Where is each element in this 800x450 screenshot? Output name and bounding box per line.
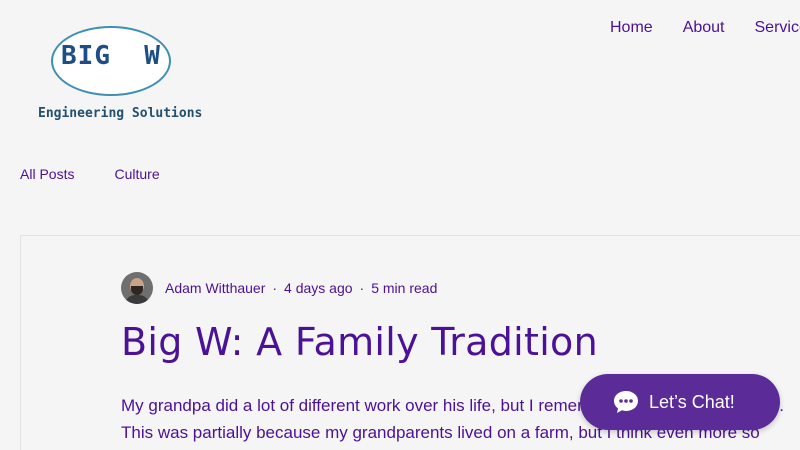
author-name[interactable]: Adam Witthauer	[165, 280, 265, 296]
top-nav: Home About Services	[610, 18, 800, 38]
chat-button[interactable]: Let’s Chat!	[580, 374, 780, 430]
site-logo[interactable]: BIG W Engineering Solutions	[38, 24, 208, 128]
author-avatar[interactable]	[121, 272, 153, 304]
category-nav: All Posts Culture	[20, 166, 200, 182]
nav-home[interactable]: Home	[610, 18, 653, 38]
page: BIG W Engineering Solutions Home About S…	[0, 0, 800, 450]
read-time: 5 min read	[371, 280, 438, 296]
avatar-body	[125, 295, 149, 304]
post-date: 4 days ago	[284, 280, 353, 296]
nav-about[interactable]: About	[683, 18, 725, 38]
meta-separator: ·	[272, 280, 278, 296]
logo-subtitle: Engineering Solutions	[38, 106, 203, 121]
meta-separator: ·	[359, 280, 365, 296]
category-all-posts[interactable]: All Posts	[20, 166, 74, 182]
logo-title: BIG W	[61, 41, 161, 71]
category-culture[interactable]: Culture	[114, 166, 159, 182]
nav-services[interactable]: Services	[755, 18, 800, 38]
chat-bubble-icon	[614, 391, 638, 413]
chat-label: Let’s Chat!	[649, 391, 735, 412]
post-meta: Adam Witthauer · 4 days ago · 5 min read	[121, 272, 437, 304]
avatar-beard	[131, 286, 143, 295]
post-title[interactable]: Big W: A Family Tradition	[121, 320, 598, 364]
